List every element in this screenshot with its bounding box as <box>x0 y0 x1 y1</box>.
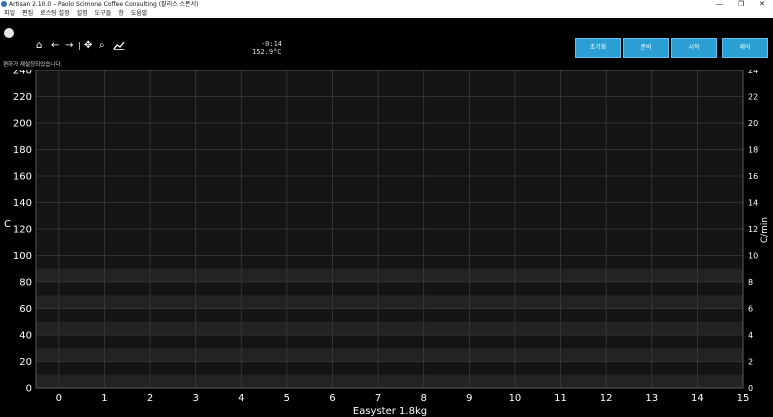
pan-icon[interactable]: ✥ <box>84 41 92 51</box>
x-tick-label: 11 <box>554 393 567 404</box>
x-tick-label: 5 <box>284 393 290 404</box>
y-tick-label: 0 <box>26 384 32 395</box>
chart-line-icon[interactable] <box>113 40 125 53</box>
title-bar: Artisan 2.10.0 – Paolo Scimone Coffee Co… <box>0 0 773 9</box>
close-button[interactable]: ✕ <box>759 0 765 9</box>
y-right-tick-label: 4 <box>748 331 753 340</box>
y-right-tick-label: 8 <box>748 278 753 287</box>
menu-bar: 파일 편집 로스팅 설정 설정 도구들 창 도움말 <box>0 9 773 18</box>
toolbar: ⌂ ← → | ✥ ⌕ -0:14 152.9°C 편하가 재설정되었습니다. … <box>0 18 773 85</box>
x-tick-label: 4 <box>238 393 244 404</box>
y-axis-label: C <box>4 219 11 230</box>
y-right-tick-label: 2 <box>748 358 753 367</box>
bean-temp-readout: 152.9°C <box>252 48 282 56</box>
window-title: Artisan 2.10.0 – Paolo Scimone Coffee Co… <box>9 1 199 8</box>
roast-chart[interactable]: 020406080100120140160180200220240 024681… <box>0 70 773 417</box>
minimize-button[interactable]: — <box>716 0 723 9</box>
y-tick-label: 180 <box>13 145 32 156</box>
home-icon[interactable]: ⌂ <box>36 41 42 51</box>
temp-band <box>36 348 743 362</box>
y-right-tick-label: 16 <box>748 172 758 181</box>
toolbar-divider: | <box>78 41 81 50</box>
y-tick-label: 100 <box>13 251 32 262</box>
temp-band <box>36 295 743 309</box>
menu-file[interactable]: 파일 <box>4 9 15 18</box>
y-tick-label: 200 <box>13 119 32 130</box>
lcd-toggle-icon[interactable] <box>4 28 14 38</box>
x-tick-label: 0 <box>56 393 62 404</box>
y-right-tick-label: 10 <box>748 252 758 261</box>
x-tick-label: 15 <box>737 393 750 404</box>
zoom-icon[interactable]: ⌕ <box>99 41 105 51</box>
maximize-button[interactable]: ❐ <box>738 0 744 9</box>
y-tick-label: 120 <box>13 225 32 236</box>
y-right-tick-label: 0 <box>748 384 753 393</box>
y-right-tick-label: 20 <box>748 119 758 128</box>
x-tick-label: 1 <box>101 393 107 404</box>
x-tick-label: 2 <box>147 393 153 404</box>
y-right-tick-label: 6 <box>748 305 753 314</box>
x-tick-label: 10 <box>509 393 522 404</box>
x-tick-label: 9 <box>466 393 472 404</box>
status-message: 편하가 재설정되었습니다. <box>3 62 63 68</box>
y-tick-label: 20 <box>19 357 32 368</box>
menu-config[interactable]: 설정 <box>77 9 88 18</box>
y-tick-label: 140 <box>13 198 32 209</box>
temp-band <box>36 374 743 388</box>
x-tick-label: 7 <box>375 393 381 404</box>
start-button[interactable]: 시작 <box>671 38 717 58</box>
x-tick-label: 6 <box>329 393 335 404</box>
app-icon <box>1 1 7 7</box>
menu-view[interactable]: 창 <box>118 9 124 18</box>
prepare-button[interactable]: 준비 <box>623 38 669 58</box>
control-button[interactable]: 제어 <box>722 38 768 58</box>
back-arrow-icon[interactable]: ← <box>51 41 59 51</box>
y-tick-label: 160 <box>13 172 32 183</box>
x-tick-label: 3 <box>192 393 198 404</box>
menu-help[interactable]: 도움말 <box>131 9 148 18</box>
forward-arrow-icon[interactable]: → <box>65 41 73 51</box>
reset-button[interactable]: 초기화 <box>575 38 621 58</box>
y-tick-label: 60 <box>19 304 32 315</box>
x-tick-label: 12 <box>600 393 613 404</box>
x-axis-label: Easyster 1.8kg <box>353 406 427 417</box>
y-right-tick-label: 18 <box>748 146 758 155</box>
x-tick-label: 8 <box>421 393 427 404</box>
menu-roast[interactable]: 로스팅 설정 <box>40 9 70 18</box>
y-axis-right-label: C/min <box>760 217 770 243</box>
y-right-tick-label: 12 <box>748 225 758 234</box>
y-tick-label: 240 <box>13 70 32 77</box>
y-tick-label: 40 <box>19 331 32 342</box>
x-tick-label: 13 <box>645 393 658 404</box>
x-tick-label: 14 <box>691 393 704 404</box>
y-right-tick-label: 14 <box>748 199 758 208</box>
temp-band <box>36 268 743 282</box>
temp-band <box>36 321 743 335</box>
y-right-tick-label: 24 <box>748 70 758 75</box>
menu-tools[interactable]: 도구들 <box>95 9 112 18</box>
y-tick-label: 220 <box>13 92 32 103</box>
y-tick-label: 80 <box>19 278 32 289</box>
y-right-tick-label: 22 <box>748 93 758 102</box>
timer-readout: -0:14 <box>260 40 282 48</box>
menu-edit[interactable]: 편집 <box>22 9 33 18</box>
